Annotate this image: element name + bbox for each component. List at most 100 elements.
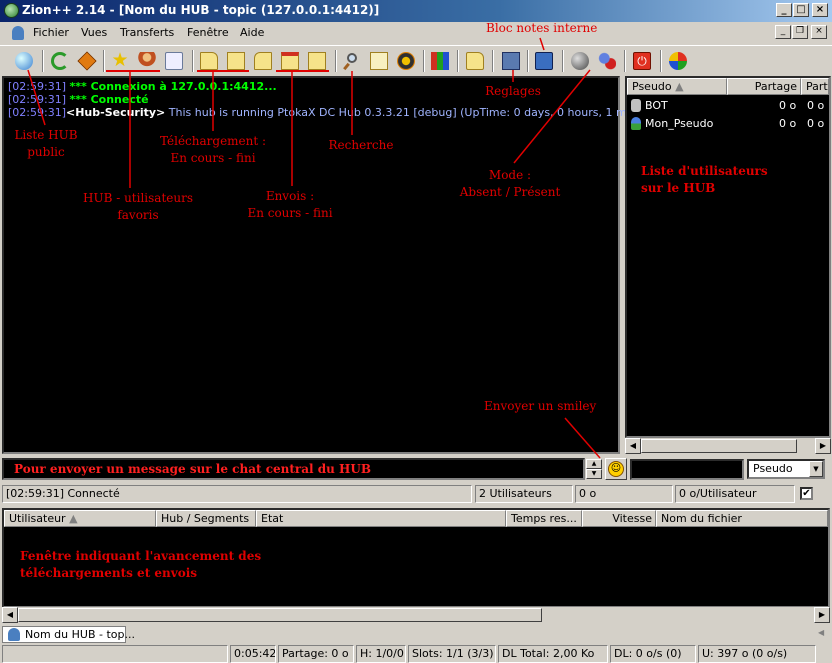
reconnect-button[interactable]: [48, 49, 72, 73]
network-stats-button[interactable]: [428, 49, 452, 73]
tab-scroll-icon[interactable]: ◀: [818, 628, 824, 637]
annotation-smiley: Envoyer un smiley: [484, 399, 597, 413]
column-header-partage[interactable]: Partage: [727, 78, 801, 95]
minimize-button[interactable]: _: [776, 3, 792, 17]
show-userlist-checkbox[interactable]: ✔: [800, 487, 813, 500]
search-icon: [343, 52, 361, 71]
user-row[interactable]: Mon_Pseudo 0 o 0 o: [629, 116, 829, 132]
column-header-temps-restant[interactable]: Temps res...: [506, 510, 582, 527]
column-header-partage-2[interactable]: Parta: [801, 78, 829, 95]
history-down-button[interactable]: ▼: [586, 469, 602, 479]
finished-uploads-icon: [308, 52, 326, 70]
close-button[interactable]: ×: [812, 3, 828, 17]
finished-downloads-icon: [227, 52, 245, 70]
adl-search-icon: [370, 52, 388, 70]
scroll-thumb[interactable]: [18, 608, 542, 622]
follow-redirect-icon: [77, 51, 97, 71]
chat-line: [02:59:31]<Hub-Security> This hub is run…: [8, 106, 665, 119]
scroll-left-icon[interactable]: ◀: [2, 607, 18, 623]
upload-queue-icon: [254, 52, 272, 70]
menu-bar: Fichier Vues Transferts Fenêtre Aide: [0, 22, 832, 43]
history-up-button[interactable]: ▲: [586, 459, 602, 469]
mdi-close-button[interactable]: ×: [811, 25, 827, 39]
uploads-icon: [281, 52, 299, 70]
hub-tab-icon: [8, 628, 20, 641]
upload-queue-button[interactable]: [251, 49, 275, 73]
favorite-users-icon: [138, 52, 156, 70]
column-header-utilisateur[interactable]: Utilisateur ▲: [4, 510, 156, 527]
column-header-pseudo[interactable]: Pseudo ▲: [627, 78, 727, 95]
search-button[interactable]: [340, 49, 364, 73]
search-spy-icon: [397, 52, 415, 70]
menu-aide[interactable]: Aide: [240, 26, 264, 39]
window-title: Zion++ 2.14 - [Nom du HUB - topic (127.0…: [22, 3, 380, 17]
column-header-hub-segments[interactable]: Hub / Segments: [156, 510, 256, 527]
app-icon[interactable]: [4, 3, 19, 18]
annotation-bloc-notes: Bloc notes interne: [486, 21, 598, 35]
chevron-down-icon[interactable]: ▼: [809, 461, 823, 477]
menu-vues[interactable]: Vues: [81, 26, 107, 39]
waiting-users-icon: [165, 52, 183, 70]
maximize-button[interactable]: □: [793, 3, 809, 17]
column-header-etat[interactable]: Etat: [256, 510, 506, 527]
mdi-hub-icon[interactable]: [12, 26, 24, 40]
smiley-icon: ☺: [608, 461, 624, 477]
chat-message-input[interactable]: [4, 460, 583, 478]
status-dl-total: DL Total: 2,00 Ko: [498, 645, 608, 663]
hash-progress-icon: [669, 52, 687, 70]
search-spy-button[interactable]: [394, 49, 418, 73]
status-message: [2, 645, 228, 663]
annotation-hub-favoris: HUB - utilisateurs favoris: [82, 191, 193, 222]
scroll-thumb[interactable]: [641, 439, 797, 453]
smiley-button[interactable]: ☺: [605, 458, 627, 480]
chat-line: [02:59:31] *** Connexion à 127.0.0.1:441…: [8, 80, 277, 93]
scroll-right-icon[interactable]: ▶: [815, 438, 831, 454]
status-share: Partage: 0 o: [278, 645, 354, 663]
shutdown-button[interactable]: ⏻: [630, 49, 654, 73]
userlist-scrollbar[interactable]: ◀ ▶: [625, 438, 831, 454]
notepad-icon: [535, 52, 553, 70]
user-list[interactable]: Pseudo ▲ Partage Parta BOT 0 o 0 o Mon_P…: [625, 76, 831, 438]
menu-fichier[interactable]: Fichier: [33, 26, 69, 39]
scroll-left-icon[interactable]: ◀: [625, 438, 641, 454]
column-header-vitesse[interactable]: Vitesse: [582, 510, 656, 527]
filter-select[interactable]: Pseudo ▼: [747, 459, 825, 479]
annotation-underline-favorites: [106, 70, 160, 72]
mdi-minimize-button[interactable]: _: [775, 25, 791, 39]
settings-button[interactable]: [499, 49, 523, 73]
notepad-button[interactable]: [532, 49, 556, 73]
adl-search-button[interactable]: [367, 49, 391, 73]
reconnect-icon: [51, 52, 69, 70]
user-icon: [631, 117, 641, 130]
hub-status-log: [02:59:31] Connecté: [2, 485, 472, 503]
away-users-button[interactable]: [595, 49, 619, 73]
hash-progress-button[interactable]: [666, 49, 690, 73]
hub-window-tab[interactable]: Nom du HUB - top...: [2, 626, 135, 643]
annotation-telechargement: Téléchargement : En cours - fini: [159, 134, 267, 165]
menu-transferts[interactable]: Transferts: [120, 26, 174, 39]
nick-filter-input[interactable]: [630, 459, 744, 480]
follow-redirect-button[interactable]: [75, 49, 99, 73]
annotation-fenetre-transferts: Fenêtre indiquant l'avancement des téléc…: [20, 549, 262, 580]
title-bar[interactable]: Zion++ 2.14 - [Nom du HUB - topic (127.0…: [0, 0, 832, 22]
column-header-nom-fichier[interactable]: Nom du fichier: [656, 510, 828, 527]
network-stats-icon: [431, 52, 449, 70]
mdi-restore-button[interactable]: ❐: [792, 25, 808, 39]
menu-fenetre[interactable]: Fenêtre: [187, 26, 229, 39]
away-users-icon: [598, 52, 616, 70]
annotation-underline-downloads: [197, 70, 249, 72]
transfers-scrollbar[interactable]: ◀ ▶: [2, 607, 830, 623]
chat-message-box[interactable]: [2, 458, 585, 480]
shutdown-icon: ⏻: [633, 52, 651, 70]
hub-user-count: 2 Utilisateurs: [475, 485, 573, 503]
hub-share-per-user: 0 o/Utilisateur: [675, 485, 795, 503]
away-icon: [571, 52, 589, 70]
away-button[interactable]: [568, 49, 592, 73]
open-folder-button[interactable]: [463, 49, 487, 73]
user-row[interactable]: BOT 0 o 0 o: [629, 98, 829, 114]
public-hubs-button[interactable]: [12, 49, 36, 73]
waiting-users-button[interactable]: [162, 49, 186, 73]
scroll-right-icon[interactable]: ▶: [814, 607, 830, 623]
annotation-liste-utilisateurs: Liste d'utilisateurs sur le HUB: [641, 164, 768, 195]
chat-nick[interactable]: <Hub-Security>: [66, 106, 165, 119]
